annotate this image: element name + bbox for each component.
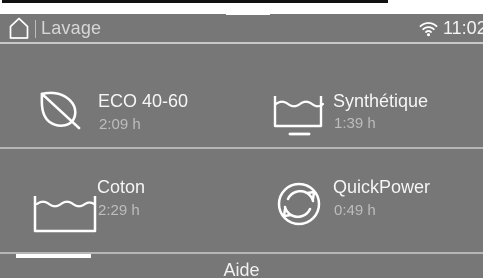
wifi-icon xyxy=(419,22,438,37)
program-name: Coton xyxy=(97,177,146,197)
status-time: 11:02 xyxy=(443,18,483,38)
program-name: QuickPower xyxy=(333,177,431,197)
top-page-marker xyxy=(226,11,270,15)
program-duration: 0:49 h xyxy=(334,202,376,219)
page-title: Lavage xyxy=(41,18,102,38)
help-label: Aide xyxy=(223,260,260,278)
program-eco-40-60[interactable]: ECO 40-60 2:09 h xyxy=(0,44,241,148)
quickpower-cycle-icon xyxy=(277,182,321,226)
program-synthetique[interactable]: Synthétique 1:39 h xyxy=(241,44,483,148)
home-icon[interactable] xyxy=(9,16,29,40)
program-duration: 1:39 h xyxy=(334,115,376,132)
program-name: ECO 40-60 xyxy=(98,91,189,111)
program-quickpower[interactable]: QuickPower 0:49 h xyxy=(241,149,483,253)
program-duration: 2:09 h xyxy=(99,116,141,133)
program-name: Synthétique xyxy=(333,91,429,111)
status-bar: Lavage 11:02 xyxy=(0,14,483,42)
help-button[interactable]: Aide xyxy=(0,254,483,278)
synthetic-wash-tub-icon xyxy=(273,96,325,136)
cotton-wash-tub-icon xyxy=(33,196,97,233)
help-active-indicator xyxy=(16,254,91,258)
program-duration: 2:29 h xyxy=(98,202,140,219)
leaf-icon xyxy=(40,91,81,130)
status-separator xyxy=(35,20,36,38)
washing-machine-screen: Lavage 11:02 ECO 40-60 2:09 h Synthétiqu… xyxy=(0,0,483,278)
program-coton[interactable]: Coton 2:29 h xyxy=(0,149,241,253)
program-selection-panel: Lavage 11:02 ECO 40-60 2:09 h Synthétiqu… xyxy=(0,14,483,278)
top-dark-edge xyxy=(2,0,388,3)
